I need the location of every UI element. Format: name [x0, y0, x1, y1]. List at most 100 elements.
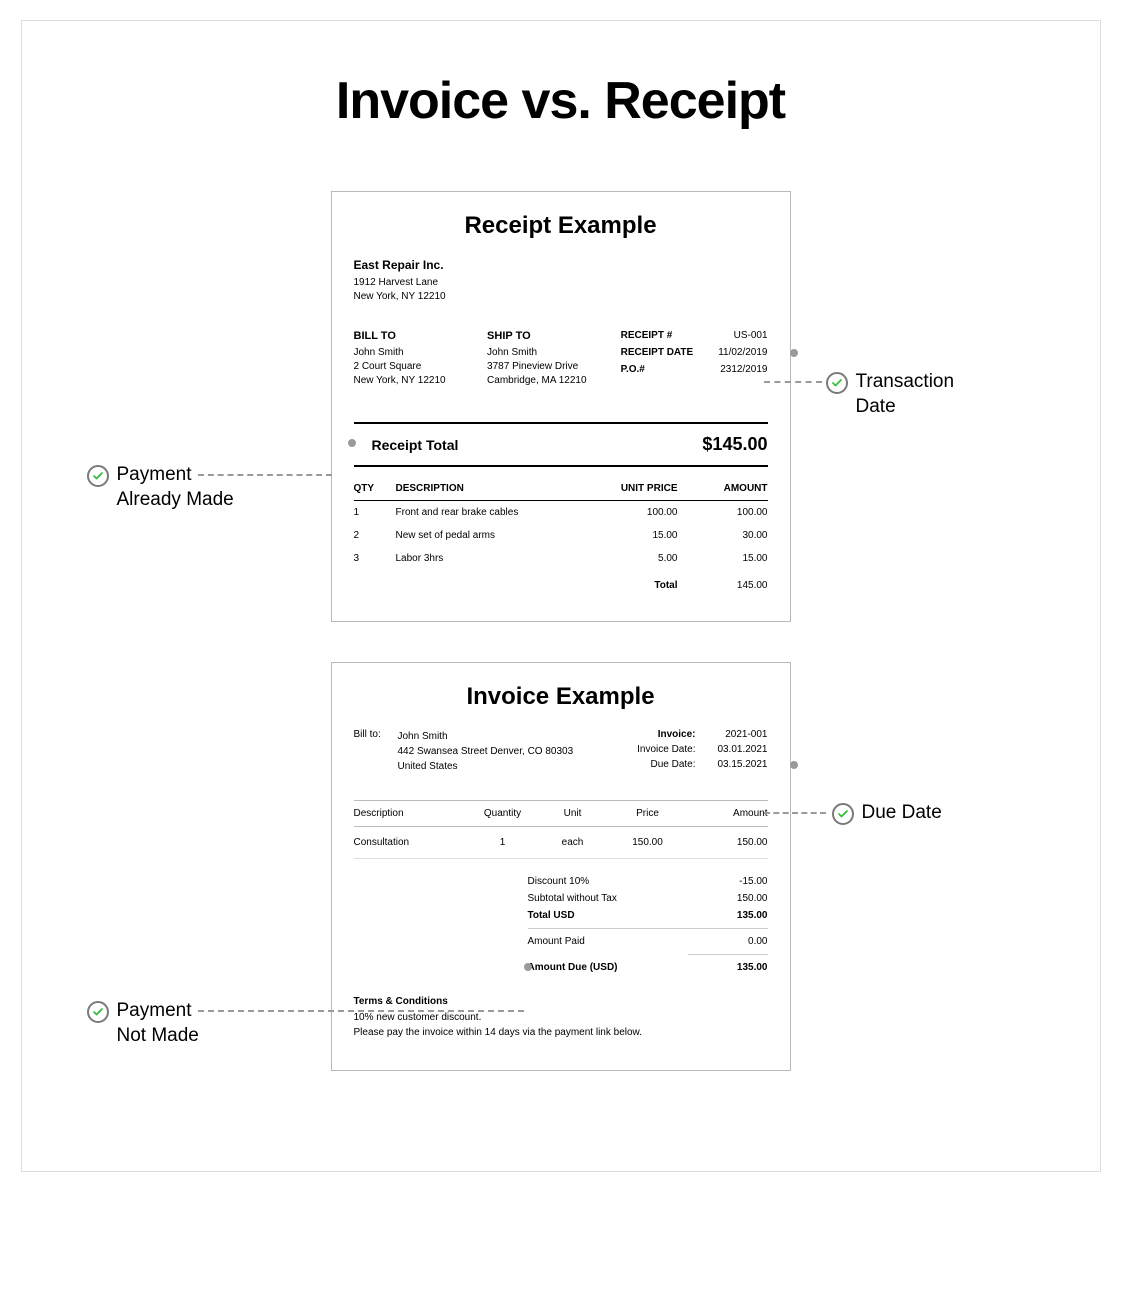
- paid-value: 0.00: [688, 936, 768, 947]
- receipt-meta-block: RECEIPT #US-001 RECEIPT DATE 11/02/2019 …: [621, 330, 768, 388]
- callout-text: Payment Already Made: [117, 463, 234, 512]
- company-addr-line2: New York, NY 12210: [354, 290, 768, 304]
- cell-amt: 100.00: [678, 507, 768, 518]
- col-amt: AMOUNT: [678, 483, 768, 494]
- inv-num-value: 2021-001: [708, 729, 768, 740]
- shipto-header: SHIP TO: [487, 330, 621, 342]
- inv-date-label: Invoice Date:: [608, 744, 708, 755]
- company-address: 1912 Harvest Lane New York, NY 12210: [354, 276, 768, 304]
- invoice-top: Bill to: John Smith 442 Swansea Street D…: [354, 729, 768, 774]
- terms-line2: Please pay the invoice within 14 days vi…: [354, 1025, 768, 1040]
- cell-qty: 1: [468, 837, 538, 848]
- totalusd-label: Total USD: [528, 910, 688, 921]
- inv-table-header: Description Quantity Unit Price Amount: [354, 800, 768, 827]
- stage: Receipt Example East Repair Inc. 1912 Ha…: [52, 191, 1070, 1071]
- callout-text: Due Date: [862, 801, 942, 826]
- cell-amt: 150.00: [688, 837, 768, 848]
- receipt-po-value: 2312/2019: [720, 364, 767, 375]
- receipt-date-value: 11/02/2019: [718, 347, 767, 358]
- col-qty: QTY: [354, 483, 396, 494]
- inv-col-qty: Quantity: [468, 808, 538, 819]
- callout-due-date: Due Date: [832, 801, 942, 826]
- receipt-table-header: QTY DESCRIPTION UNIT PRICE AMOUNT: [354, 473, 768, 501]
- terms-header: Terms & Conditions: [354, 996, 768, 1007]
- paid-label: Amount Paid: [528, 936, 688, 947]
- check-icon: [87, 1001, 109, 1023]
- billto-line1: 2 Court Square: [354, 360, 488, 374]
- inv-date-value: 03.01.2021: [708, 744, 768, 755]
- summary-short-separator: [688, 954, 768, 955]
- receipt-heading: Receipt Example: [354, 212, 768, 240]
- summary-separator: [528, 928, 768, 929]
- receipt-total-value: $145.00: [702, 434, 767, 455]
- shipto-line1: 3787 Pineview Drive: [487, 360, 621, 374]
- totalusd-value: 135.00: [688, 910, 768, 921]
- table-row: 3Labor 3hrs5.0015.00: [354, 547, 768, 570]
- receipt-date-label: RECEIPT DATE: [621, 347, 694, 358]
- receipt-total-label: Receipt Total: [372, 437, 459, 453]
- callout-payment-not-made: Payment Not Made: [87, 999, 199, 1048]
- anchor-dot: [348, 439, 356, 447]
- terms-line1: 10% new customer discount.: [354, 1010, 768, 1025]
- company-addr-line1: 1912 Harvest Lane: [354, 276, 768, 290]
- inv-duedate-value: 03.15.2021: [708, 759, 768, 770]
- cell-unit: each: [538, 837, 608, 848]
- inv-col-unit: Unit: [538, 808, 608, 819]
- inv-duedate-label: Due Date:: [608, 759, 708, 770]
- receipt-items-total: Total 145.00: [354, 570, 768, 591]
- amountdue-value: 135.00: [688, 962, 768, 973]
- invoice-summary: Discount 10%-15.00 Subtotal without Tax1…: [354, 873, 768, 976]
- invoice-items: Consultation1each150.00150.00: [354, 827, 768, 859]
- callout-transaction-date: Transaction Date: [826, 370, 955, 419]
- dashed-connector: [198, 1010, 524, 1012]
- cell-desc: Front and rear brake cables: [396, 507, 588, 518]
- page-title: Invoice vs. Receipt: [52, 71, 1070, 131]
- discount-label: Discount 10%: [528, 876, 688, 887]
- dashed-connector: [198, 474, 332, 476]
- inv-billto-label: Bill to:: [354, 729, 398, 774]
- inv-col-amt: Amount: [688, 808, 768, 819]
- cell-unit: 100.00: [588, 507, 678, 518]
- shipto-name: John Smith: [487, 346, 621, 360]
- ship-to-block: SHIP TO John Smith 3787 Pineview Drive C…: [487, 330, 621, 388]
- callout-text: Transaction Date: [856, 370, 955, 419]
- receipt-foot-total-value: 145.00: [678, 580, 768, 591]
- col-desc: DESCRIPTION: [396, 483, 588, 494]
- amountdue-label: Amount Due (USD): [528, 962, 688, 973]
- anchor-dot: [524, 963, 532, 971]
- cell-unit: 5.00: [588, 553, 678, 564]
- address-row: BILL TO John Smith 2 Court Square New Yo…: [354, 330, 768, 388]
- inv-billto-body: John Smith 442 Swansea Street Denver, CO…: [398, 729, 608, 774]
- cell-amt: 30.00: [678, 530, 768, 541]
- check-icon: [826, 372, 848, 394]
- cell-price: 150.00: [608, 837, 688, 848]
- billto-name: John Smith: [354, 346, 488, 360]
- receipt-num-value: US-001: [734, 330, 768, 341]
- cell-qty: 1: [354, 507, 396, 518]
- receipt-po-label: P.O.#: [621, 364, 645, 375]
- billto-header: BILL TO: [354, 330, 488, 342]
- cell-qty: 3: [354, 553, 396, 564]
- anchor-dot: [790, 761, 798, 769]
- callout-payment-already-made: Payment Already Made: [87, 463, 234, 512]
- receipt-items: 1Front and rear brake cables100.00100.00…: [354, 501, 768, 570]
- invoice-heading: Invoice Example: [354, 683, 768, 711]
- shipto-line2: Cambridge, MA 12210: [487, 374, 621, 388]
- receipt-total-bar: Receipt Total $145.00: [354, 422, 768, 467]
- cell-desc: Labor 3hrs: [396, 553, 588, 564]
- table-row: Consultation1each150.00150.00: [354, 827, 768, 859]
- company-name: East Repair Inc.: [354, 258, 768, 272]
- cell-desc: New set of pedal arms: [396, 530, 588, 541]
- inv-billto-line2: United States: [398, 759, 608, 774]
- inv-billto-line1: 442 Swansea Street Denver, CO 80303: [398, 744, 608, 759]
- bill-to-block: BILL TO John Smith 2 Court Square New Yo…: [354, 330, 488, 388]
- dashed-connector: [764, 381, 822, 383]
- subtotal-label: Subtotal without Tax: [528, 893, 688, 904]
- check-icon: [832, 803, 854, 825]
- billto-line2: New York, NY 12210: [354, 374, 488, 388]
- comparison-frame: Invoice vs. Receipt Receipt Example East…: [21, 20, 1101, 1172]
- receipt-num-label: RECEIPT #: [621, 330, 673, 341]
- terms-block: Terms & Conditions 10% new customer disc…: [354, 996, 768, 1040]
- inv-billto-name: John Smith: [398, 729, 608, 744]
- check-icon: [87, 465, 109, 487]
